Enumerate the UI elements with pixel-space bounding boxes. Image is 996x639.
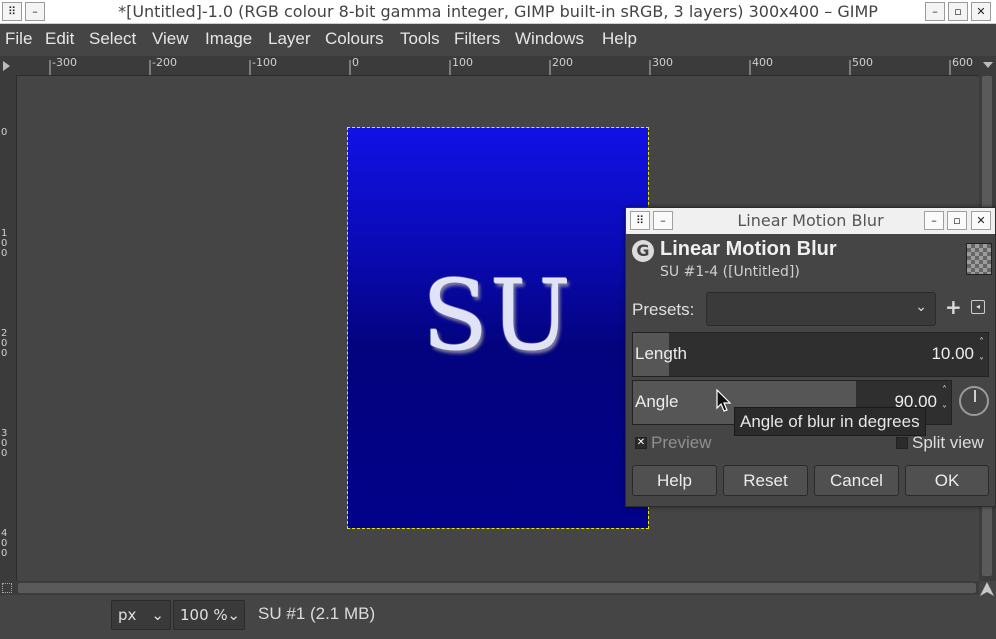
navigate-icon[interactable] bbox=[983, 62, 993, 68]
ruler-label: 100 bbox=[452, 56, 473, 69]
close-icon[interactable]: ✕ bbox=[971, 211, 991, 230]
presets-select[interactable]: ⌄ bbox=[706, 292, 936, 326]
add-preset-icon[interactable]: + bbox=[945, 295, 962, 319]
unit-value: px bbox=[118, 606, 137, 624]
dialog-heading: Linear Motion Blur bbox=[660, 238, 837, 260]
ruler-label: 400 bbox=[752, 56, 773, 69]
chevron-down-icon: ⌄ bbox=[227, 606, 240, 624]
ruler-label: 3 0 0 bbox=[1, 428, 8, 459]
ruler-label: 0 bbox=[352, 56, 359, 69]
chevron-down-icon: ⌄ bbox=[151, 606, 164, 624]
reset-button[interactable]: Reset bbox=[723, 465, 808, 496]
ok-button[interactable]: OK bbox=[905, 465, 989, 496]
gegl-icon: G bbox=[632, 240, 654, 262]
ruler-label: 600 bbox=[952, 56, 973, 69]
presets-label: Presets: bbox=[632, 300, 695, 319]
menu-colours[interactable]: Colours bbox=[325, 29, 384, 49]
minimize-icon[interactable]: – bbox=[925, 2, 945, 21]
scrollbar-thumb[interactable] bbox=[18, 583, 976, 593]
dialog-header: G Linear Motion Blur SU #1-4 ([Untitled]… bbox=[632, 238, 992, 286]
statusbar: px ⌄ 100 % ⌄ SU #1 (2.1 MB) bbox=[0, 596, 996, 639]
canvas-text: SU bbox=[422, 260, 574, 372]
ruler-label: 1 0 0 bbox=[1, 228, 8, 259]
close-icon[interactable]: ✕ bbox=[971, 2, 991, 21]
length-spinscale[interactable]: Length 10.00 ˄ ˅ bbox=[632, 332, 989, 377]
ruler-label: 2 0 0 bbox=[1, 328, 8, 359]
menu-view[interactable]: View bbox=[152, 29, 189, 49]
layer-thumbnail bbox=[966, 243, 992, 275]
window-titlebar: ⠿ – *[Untitled]-1.0 (RGB colour 8-bit ga… bbox=[0, 0, 996, 24]
unit-select[interactable]: px ⌄ bbox=[111, 600, 171, 630]
ruler-label: 200 bbox=[552, 56, 573, 69]
ruler-label: 0 bbox=[1, 127, 8, 138]
chevron-down-icon: ⌄ bbox=[915, 299, 927, 315]
layer-info: SU #1 (2.1 MB) bbox=[258, 604, 376, 623]
ruler-label: 500 bbox=[852, 56, 873, 69]
length-label: Length bbox=[635, 344, 687, 363]
image-canvas[interactable]: SU bbox=[347, 127, 649, 529]
dialog-titlebar: ⠿ – Linear Motion Blur – ▫ ✕ bbox=[626, 208, 995, 234]
length-value[interactable]: 10.00 bbox=[931, 344, 974, 364]
linear-motion-blur-dialog: ⠿ – Linear Motion Blur – ▫ ✕ G Linear Mo… bbox=[625, 207, 996, 507]
ruler-label: -300 bbox=[52, 56, 77, 69]
angle-dial-icon[interactable] bbox=[959, 386, 989, 416]
zoom-select[interactable]: 100 % ⌄ bbox=[173, 600, 245, 630]
length-stepper-icon[interactable]: ˄ ˅ bbox=[975, 333, 988, 376]
maximize-icon[interactable]: ▫ bbox=[947, 211, 967, 230]
ruler-label: 4 0 0 bbox=[1, 528, 8, 559]
menu-file[interactable]: File bbox=[5, 29, 32, 49]
cancel-button[interactable]: Cancel bbox=[814, 465, 899, 496]
preview-checkbox[interactable]: ✕ bbox=[635, 437, 647, 449]
presets-menu-icon[interactable]: ◂ bbox=[971, 300, 985, 314]
split-view-label[interactable]: Split view bbox=[912, 433, 984, 453]
menu-layer[interactable]: Layer bbox=[268, 29, 311, 49]
ruler-corner-icon[interactable] bbox=[0, 56, 16, 76]
quick-mask-icon[interactable] bbox=[0, 581, 16, 595]
help-button[interactable]: Help bbox=[632, 465, 717, 496]
angle-tooltip: Angle of blur in degrees bbox=[734, 407, 926, 436]
angle-stepper-icon[interactable]: ˄ ˅ bbox=[938, 381, 951, 424]
zoom-value: 100 % bbox=[180, 606, 228, 624]
window-title: *[Untitled]-1.0 (RGB colour 8-bit gamma … bbox=[118, 2, 878, 21]
navigate-pointer-icon[interactable] bbox=[979, 581, 996, 596]
ruler-label: 300 bbox=[652, 56, 673, 69]
menubar: File Edit Select View Image Layer Colour… bbox=[0, 24, 996, 56]
menu-filters[interactable]: Filters bbox=[454, 29, 500, 49]
preview-label[interactable]: Preview bbox=[651, 433, 711, 453]
vertical-ruler[interactable]: 0 1 0 0 2 0 0 3 0 0 4 0 0 bbox=[0, 76, 17, 581]
menu-edit[interactable]: Edit bbox=[45, 29, 74, 49]
menu-windows[interactable]: Windows bbox=[515, 29, 584, 49]
horizontal-scrollbar[interactable] bbox=[16, 581, 979, 595]
mouse-cursor-icon bbox=[716, 389, 732, 412]
dialog-subheading: SU #1-4 ([Untitled]) bbox=[660, 264, 800, 280]
menu-tools[interactable]: Tools bbox=[400, 29, 440, 49]
horizontal-ruler[interactable]: -300 -200 -100 0 100 200 300 400 500 600 bbox=[16, 56, 980, 76]
menu-image[interactable]: Image bbox=[205, 29, 252, 49]
ruler-label: -100 bbox=[252, 56, 277, 69]
minimize-icon[interactable]: – bbox=[924, 211, 944, 230]
menu-select[interactable]: Select bbox=[89, 29, 136, 49]
maximize-icon[interactable]: ▫ bbox=[948, 2, 968, 21]
angle-label: Angle bbox=[635, 392, 679, 411]
menu-help[interactable]: Help bbox=[602, 29, 637, 49]
split-view-checkbox[interactable] bbox=[896, 437, 908, 449]
ruler-label: -200 bbox=[152, 56, 177, 69]
